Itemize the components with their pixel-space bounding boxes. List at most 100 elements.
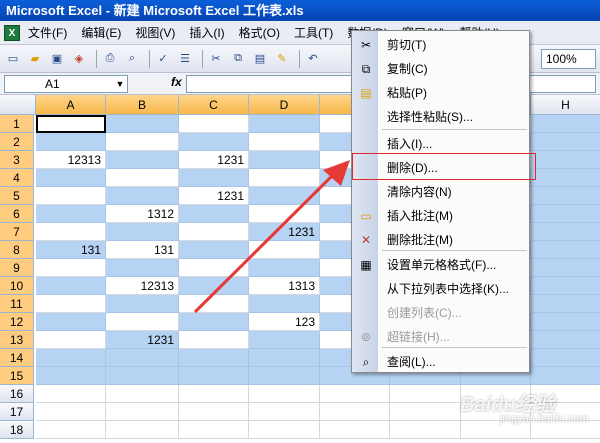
cell-e18[interactable] [320, 421, 390, 439]
row-header-16[interactable]: 16 [0, 385, 34, 403]
cell-b4[interactable] [106, 169, 179, 187]
cell-h4[interactable] [531, 169, 600, 187]
menu-item-paste[interactable]: ▤ 粘贴(P) [352, 81, 529, 105]
cell-b13[interactable]: 1231 [106, 331, 179, 349]
cell-b8[interactable]: 131 [106, 241, 179, 259]
cell-d12[interactable]: 123 [249, 313, 320, 331]
cell-d5[interactable] [249, 187, 320, 205]
print-preview-icon[interactable]: ⌕ [123, 50, 141, 68]
cell-h11[interactable] [531, 295, 600, 313]
cell-c9[interactable] [179, 259, 249, 277]
cut-icon[interactable]: ✂ [207, 50, 225, 68]
undo-icon[interactable]: ↶ [304, 50, 322, 68]
menu-item-clear-contents[interactable]: 清除内容(N) [352, 180, 529, 204]
cell-a3[interactable]: 12313 [36, 151, 106, 169]
cell-a1[interactable] [36, 115, 106, 133]
cell-c16[interactable] [179, 385, 249, 403]
menu-item-pick-from-list[interactable]: 从下拉列表中选择(K)... [352, 277, 529, 301]
row-header-3[interactable]: 3 [0, 151, 34, 169]
cell-b9[interactable] [106, 259, 179, 277]
cell-a6[interactable] [36, 205, 106, 223]
cell-a13[interactable] [36, 331, 106, 349]
cell-h8[interactable] [531, 241, 600, 259]
menu-file[interactable]: 文件(F) [28, 24, 67, 41]
cell-c5[interactable]: 1231 [179, 187, 249, 205]
cell-c12[interactable] [179, 313, 249, 331]
menu-item-delete-comment[interactable]: ✕ 删除批注(M) [352, 228, 529, 252]
row-header-6[interactable]: 6 [0, 205, 34, 223]
new-icon[interactable]: ▭ [4, 50, 22, 68]
cell-h13[interactable] [531, 331, 600, 349]
cell-b12[interactable] [106, 313, 179, 331]
column-header-b[interactable]: B [106, 95, 179, 115]
cell-h6[interactable] [531, 205, 600, 223]
row-header-9[interactable]: 9 [0, 259, 34, 277]
cell-h3[interactable] [531, 151, 600, 169]
cell-c13[interactable] [179, 331, 249, 349]
cell-b14[interactable] [106, 349, 179, 367]
cell-b6[interactable]: 1312 [106, 205, 179, 223]
cell-h15[interactable] [531, 367, 600, 385]
cell-a2[interactable] [36, 133, 106, 151]
cell-d1[interactable] [249, 115, 320, 133]
row-header-1[interactable]: 1 [0, 115, 34, 133]
cell-f16[interactable] [390, 385, 461, 403]
cell-c10[interactable] [179, 277, 249, 295]
cell-a16[interactable] [36, 385, 106, 403]
cell-c2[interactable] [179, 133, 249, 151]
cell-a12[interactable] [36, 313, 106, 331]
menu-item-paste-special[interactable]: 选择性粘贴(S)... [352, 105, 529, 129]
cell-f17[interactable] [390, 403, 461, 421]
cell-d17[interactable] [249, 403, 320, 421]
menu-insert[interactable]: 插入(I) [189, 24, 224, 41]
cell-c3[interactable]: 1231 [179, 151, 249, 169]
row-header-7[interactable]: 7 [0, 223, 34, 241]
menu-item-lookup[interactable]: ⌕ 查阅(L)... [352, 350, 529, 374]
row-header-10[interactable]: 10 [0, 277, 34, 295]
row-header-13[interactable]: 13 [0, 331, 34, 349]
cell-c14[interactable] [179, 349, 249, 367]
column-header-a[interactable]: A [36, 95, 106, 115]
menu-item-hyperlink[interactable]: ⊚ 超链接(H)... [352, 325, 529, 349]
cell-b16[interactable] [106, 385, 179, 403]
menu-item-cut[interactable]: ✂ 剪切(T) [352, 33, 529, 57]
row-header-12[interactable]: 12 [0, 313, 34, 331]
cell-c11[interactable] [179, 295, 249, 313]
cell-d9[interactable] [249, 259, 320, 277]
cell-c8[interactable] [179, 241, 249, 259]
cell-d16[interactable] [249, 385, 320, 403]
cell-e17[interactable] [320, 403, 390, 421]
open-icon[interactable]: ▰ [26, 50, 44, 68]
cell-a14[interactable] [36, 349, 106, 367]
menu-item-format-cells[interactable]: ▦ 设置单元格格式(F)... [352, 253, 529, 277]
cell-a18[interactable] [36, 421, 106, 439]
cell-d7[interactable]: 1231 [249, 223, 320, 241]
cell-b11[interactable] [106, 295, 179, 313]
menu-item-insert-comment[interactable]: ▭ 插入批注(M) [352, 204, 529, 228]
cell-h1[interactable] [531, 115, 600, 133]
cell-c7[interactable] [179, 223, 249, 241]
menu-view[interactable]: 视图(V) [135, 24, 175, 41]
cell-d13[interactable] [249, 331, 320, 349]
cell-d15[interactable] [249, 367, 320, 385]
cell-b1[interactable] [106, 115, 179, 133]
menu-item-create-list[interactable]: 创建列表(C)... [352, 301, 529, 325]
cell-f18[interactable] [390, 421, 461, 439]
column-header-d[interactable]: D [249, 95, 320, 115]
cell-h10[interactable] [531, 277, 600, 295]
cell-d14[interactable] [249, 349, 320, 367]
select-all-corner[interactable] [0, 95, 36, 115]
permission-icon[interactable]: ◈ [70, 50, 88, 68]
menu-format[interactable]: 格式(O) [239, 24, 280, 41]
row-header-15[interactable]: 15 [0, 367, 34, 385]
cell-a9[interactable] [36, 259, 106, 277]
cell-b18[interactable] [106, 421, 179, 439]
paste-icon[interactable]: ▤ [251, 50, 269, 68]
cell-h14[interactable] [531, 349, 600, 367]
cell-h7[interactable] [531, 223, 600, 241]
cell-b15[interactable] [106, 367, 179, 385]
cell-d3[interactable] [249, 151, 320, 169]
cell-a10[interactable] [36, 277, 106, 295]
cell-a15[interactable] [36, 367, 106, 385]
research-icon[interactable]: ☰ [176, 50, 194, 68]
